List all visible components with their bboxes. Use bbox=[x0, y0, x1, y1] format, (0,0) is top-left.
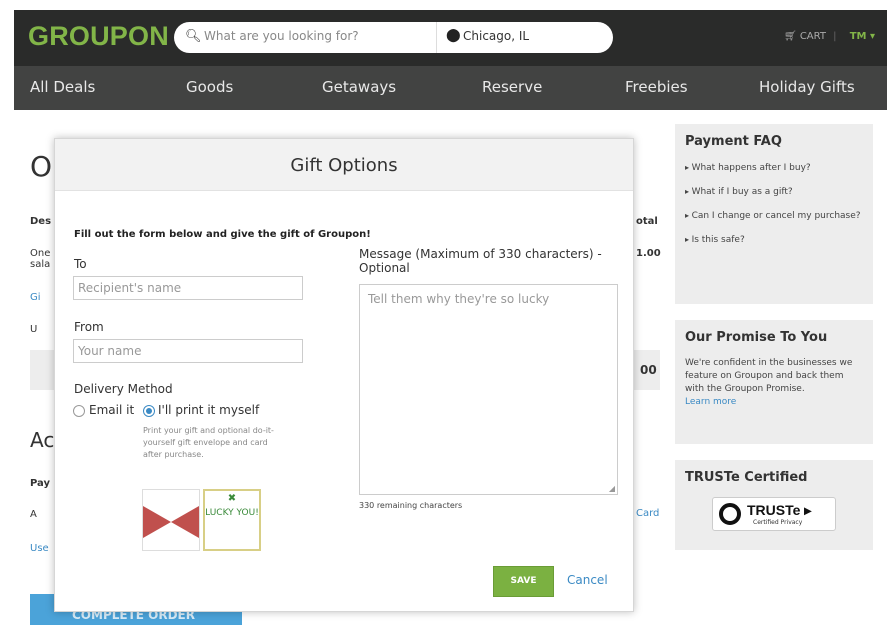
total-header-fragment: otal bbox=[636, 216, 658, 227]
total-fragment: 00 bbox=[640, 363, 657, 377]
envelope-right-flap bbox=[171, 506, 199, 538]
cancel-link[interactable]: Cancel bbox=[567, 573, 608, 587]
nav-freebies[interactable]: Freebies bbox=[625, 78, 688, 96]
faq-item[interactable]: What happens after I buy? bbox=[685, 161, 863, 175]
modal-title: Gift Options bbox=[290, 155, 398, 176]
modal-intro: Fill out the form below and give the gif… bbox=[74, 229, 371, 240]
location-pin-icon: ⬤ bbox=[446, 28, 461, 43]
resize-handle-icon[interactable]: ◢ bbox=[609, 484, 615, 493]
desc-header-fragment: Des bbox=[30, 216, 52, 227]
remaining-characters: 330 remaining characters bbox=[359, 501, 463, 510]
cart-icon[interactable]: 🛒︎ bbox=[784, 31, 797, 42]
message-placeholder: Tell them why they're so lucky bbox=[368, 292, 550, 306]
card-text: LUCKY YOU! bbox=[205, 508, 259, 518]
faq-item[interactable]: Can I change or cancel my purchase? bbox=[685, 209, 863, 223]
recipient-name-field[interactable]: Recipient's name bbox=[73, 276, 303, 300]
promise-title: Our Promise To You bbox=[685, 330, 828, 345]
checkbox-fragment[interactable]: U bbox=[30, 324, 37, 335]
gift-card-image: ✖ LUCKY YOU! bbox=[203, 489, 261, 551]
email-radio[interactable] bbox=[73, 405, 85, 417]
cart-link[interactable]: CART bbox=[800, 31, 826, 42]
message-textarea[interactable]: Tell them why they're so lucky ◢ bbox=[359, 284, 618, 495]
to-label: To bbox=[74, 257, 87, 271]
sender-name-field[interactable]: Your name bbox=[73, 339, 303, 363]
save-button[interactable]: SAVE bbox=[493, 566, 554, 597]
truste-title: TRUSTe Certified bbox=[685, 470, 808, 485]
truste-badge[interactable]: TRUSTe ▸ Certified Privacy bbox=[712, 497, 836, 531]
gift-options-modal: Gift Options Fill out the form below and… bbox=[54, 138, 634, 612]
envelope-left-flap bbox=[143, 506, 171, 538]
top-header: GROUPON 🔍︎ What are you looking for? ⬤ C… bbox=[14, 10, 887, 66]
nav-reserve[interactable]: Reserve bbox=[482, 78, 542, 96]
page-title-fragment: O bbox=[30, 150, 53, 183]
promise-text: We're confident in the businesses we fea… bbox=[685, 358, 853, 394]
divider: | bbox=[833, 31, 837, 42]
email-option-label[interactable]: Email it bbox=[89, 403, 134, 417]
deal-name-fragment: One bbox=[30, 248, 51, 259]
print-option-label[interactable]: I'll print it myself bbox=[158, 403, 259, 417]
nav-holiday-gifts[interactable]: Holiday Gifts bbox=[759, 78, 855, 96]
card-link-fragment[interactable]: Card bbox=[636, 508, 659, 519]
delivery-method-label: Delivery Method bbox=[74, 382, 173, 396]
main-nav: All Deals Goods Getaways Reserve Freebie… bbox=[14, 66, 887, 110]
location-input[interactable]: ⬤ Chicago, IL bbox=[436, 22, 613, 53]
location-text: Chicago, IL bbox=[463, 29, 530, 43]
payment-heading-fragment: Pay bbox=[30, 478, 51, 489]
deal-name-fragment-2: sala bbox=[30, 259, 51, 270]
learn-more-link[interactable]: Learn more bbox=[685, 396, 863, 409]
modal-header: Gift Options bbox=[55, 139, 633, 191]
search-input[interactable]: 🔍︎ What are you looking for? bbox=[174, 22, 434, 53]
nav-getaways[interactable]: Getaways bbox=[322, 78, 396, 96]
print-radio[interactable] bbox=[143, 405, 155, 417]
price-fragment: 1.00 bbox=[636, 248, 661, 259]
truste-logo-text: TRUSTe ▸ bbox=[747, 502, 812, 518]
account-heading-fragment: Ac bbox=[30, 428, 55, 452]
faq-item[interactable]: Is this safe? bbox=[685, 233, 863, 247]
bow-icon: ✖ bbox=[227, 493, 237, 504]
truste-seal-icon bbox=[719, 503, 741, 525]
from-label: From bbox=[74, 320, 104, 334]
faq-item[interactable]: What if I buy as a gift? bbox=[685, 185, 863, 199]
message-label: Message (Maximum of 330 characters) - Op… bbox=[359, 247, 602, 275]
use-link-fragment[interactable]: Use bbox=[30, 543, 49, 554]
truste-panel: TRUSTe Certified TRUSTe ▸ Certified Priv… bbox=[675, 460, 873, 550]
promise-panel: Our Promise To You We're confident in th… bbox=[675, 320, 873, 444]
nav-goods[interactable]: Goods bbox=[186, 78, 233, 96]
nav-all-deals[interactable]: All Deals bbox=[30, 78, 95, 96]
account-area: 🛒︎ CART | TM ▾ bbox=[784, 31, 875, 42]
truste-subtext: Certified Privacy bbox=[753, 519, 803, 526]
faq-title: Payment FAQ bbox=[685, 134, 782, 149]
user-menu[interactable]: TM ▾ bbox=[850, 31, 875, 42]
search-bar: 🔍︎ What are you looking for? ⬤ Chicago, … bbox=[174, 22, 613, 53]
payment-option-fragment[interactable]: A bbox=[30, 509, 37, 520]
gift-link-fragment[interactable]: Gi bbox=[30, 292, 41, 303]
payment-faq-panel: Payment FAQ What happens after I buy? Wh… bbox=[675, 124, 873, 304]
groupon-logo[interactable]: GROUPON bbox=[28, 21, 169, 52]
print-note: Print your gift and optional do-it-yours… bbox=[143, 426, 274, 459]
search-placeholder: What are you looking for? bbox=[204, 29, 359, 43]
envelope-image bbox=[142, 489, 200, 551]
search-icon: 🔍︎ bbox=[185, 29, 202, 44]
